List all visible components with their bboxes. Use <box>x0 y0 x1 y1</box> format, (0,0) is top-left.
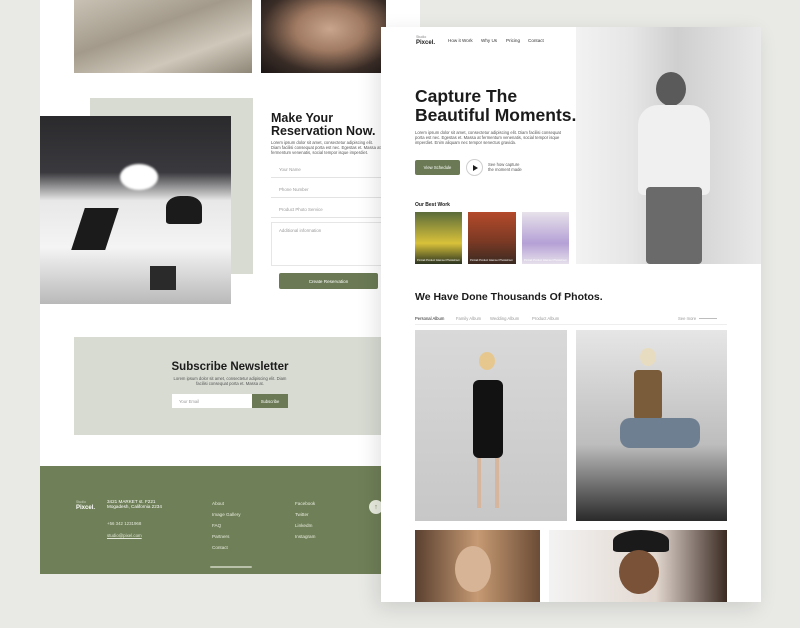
play-caption-line2: the moment made <box>488 167 522 172</box>
best-work-caption-2: Portrait Product Glamour Photoshoot <box>470 259 513 262</box>
footer-link-twitter[interactable]: Twitter <box>295 512 309 517</box>
footer-logo[interactable]: Studio Pixcel. <box>76 499 95 511</box>
additional-info-placeholder: Additional information <box>279 228 322 233</box>
tab-wedding-album[interactable]: Wedding Album <box>490 316 519 321</box>
reservation-desc: Lorem ipsum dolor sit amet, consectetur … <box>271 140 381 156</box>
studio-photo <box>40 116 231 304</box>
tab-family-album[interactable]: Family Album <box>456 316 481 321</box>
nav-how-it-work[interactable]: How it Work <box>448 38 473 43</box>
view-schedule-label: View Schedule <box>423 165 452 170</box>
footer-link-faq[interactable]: FAQ <box>212 523 221 528</box>
best-work-card-2[interactable]: Portrait Product Glamour Photoshoot <box>468 212 516 264</box>
tab-personal-album-label: Personal Album <box>415 316 445 321</box>
newsletter-desc: Lorem ipsum dolor sit amet, consectetur … <box>173 376 287 386</box>
phone-field-placeholder: Phone Number <box>279 187 309 192</box>
footer: Studio Pixcel. 3421 MARKET st. F221 Moga… <box>40 466 420 574</box>
newsletter-title: Subscribe Newsletter <box>171 361 289 373</box>
name-field-placeholder: Your Name <box>279 167 301 172</box>
gallery-photo-1[interactable] <box>415 330 567 521</box>
right-page: Studio Pixcel. How it Work Why Us Pricin… <box>381 27 761 602</box>
best-work-card-1[interactable]: Portrait Product Glamour Photoshoot <box>415 212 462 264</box>
gallery-tabs-divider <box>415 324 727 325</box>
top-photo-sand <box>74 0 252 73</box>
nav-why-us[interactable]: Why Us <box>481 38 497 43</box>
gallery-photo-2[interactable] <box>576 330 727 521</box>
name-field[interactable]: Your Name <box>271 162 383 178</box>
footer-address: 3421 MARKET st. F221 Mogadesh, Californi… <box>107 499 162 510</box>
subscribe-button[interactable]: Subscribe <box>252 394 288 408</box>
best-work-heading: Our Best Work <box>415 202 450 208</box>
footer-link-contact[interactable]: Contact <box>212 545 228 550</box>
tab-product-album-label: Product Album <box>532 316 560 321</box>
reservation-title: Make Your Reservation Now. <box>271 112 375 138</box>
service-field-placeholder: Product Photo Service <box>279 207 323 212</box>
footer-divider <box>210 566 252 568</box>
tab-personal-album[interactable]: Personal Album <box>415 316 444 321</box>
top-photo-necklace <box>261 0 386 73</box>
reservation-title-line2: Reservation Now. <box>271 124 376 138</box>
gallery-photo-4[interactable] <box>549 530 727 602</box>
newsletter-email-placeholder: Your Email <box>179 398 200 404</box>
best-work-caption-3: Portrait Product Glamour Photoshoot <box>524 259 567 262</box>
arrow-right-icon <box>699 318 718 320</box>
hero-title-line2: Beautiful Moments. <box>415 105 577 125</box>
view-schedule-button[interactable]: View Schedule <box>415 160 460 175</box>
nav-contact[interactable]: Contact <box>528 38 544 43</box>
create-reservation-button[interactable]: Create Reservation <box>279 273 378 289</box>
left-page: Make Your Reservation Now. Lorem ipsum d… <box>40 0 420 574</box>
best-work-caption-1: Portrait Product Glamour Photoshoot <box>417 259 460 262</box>
footer-phone: +56 342 1231968 <box>107 521 142 526</box>
hero-title: Capture The Beautiful Moments. <box>415 87 576 125</box>
nav-pricing[interactable]: Pricing <box>506 38 520 43</box>
footer-link-partners[interactable]: Partners <box>212 534 229 539</box>
footer-link-gallery[interactable]: Image Gallery <box>212 512 241 517</box>
gallery-photo-3[interactable] <box>415 530 540 602</box>
nav-logo-text: Pixcel. <box>416 40 436 46</box>
best-work-card-3[interactable]: Portrait Product Glamour Photoshoot <box>522 212 569 264</box>
gallery-title: We Have Done Thousands Of Photos. <box>415 291 603 303</box>
footer-logo-text: Pixcel. <box>76 505 96 511</box>
hero-desc: Lorem ipsum dolor sit amet, consectetur … <box>415 130 561 145</box>
footer-link-linkedin[interactable]: LinkedIn <box>295 523 312 528</box>
create-reservation-label: Create Reservation <box>308 278 349 284</box>
hero-title-line1: Capture The <box>415 86 518 106</box>
play-video-button[interactable] <box>466 159 483 176</box>
subscribe-label: Subscribe <box>260 398 280 404</box>
tab-family-album-label: Family Album <box>456 316 482 321</box>
service-field[interactable]: Product Photo Service <box>271 202 383 218</box>
nav-logo[interactable]: Studio Pixcel. <box>416 34 435 46</box>
additional-info-textarea[interactable]: Additional information <box>271 222 383 266</box>
play-icon <box>472 164 478 171</box>
play-video-caption: See how capture the moment made <box>488 162 522 172</box>
hero-photo <box>576 27 761 264</box>
see-more-label: See more <box>678 316 697 321</box>
footer-email[interactable]: studio@pixel.com <box>107 533 142 538</box>
tab-product-album[interactable]: Product Album <box>532 316 559 321</box>
see-more-link[interactable]: See more <box>678 316 718 321</box>
newsletter-email-input[interactable]: Your Email <box>172 394 252 408</box>
tab-wedding-album-label: Wedding Album <box>490 316 520 321</box>
newsletter-section: Subscribe Newsletter Lorem ipsum dolor s… <box>74 337 420 435</box>
footer-link-about[interactable]: About <box>212 501 224 506</box>
footer-link-instagram[interactable]: Instagram <box>295 534 315 539</box>
phone-field[interactable]: Phone Number <box>271 182 383 198</box>
footer-link-facebook[interactable]: Facebook <box>295 501 315 506</box>
arrow-up-icon: ↑ <box>374 503 378 511</box>
